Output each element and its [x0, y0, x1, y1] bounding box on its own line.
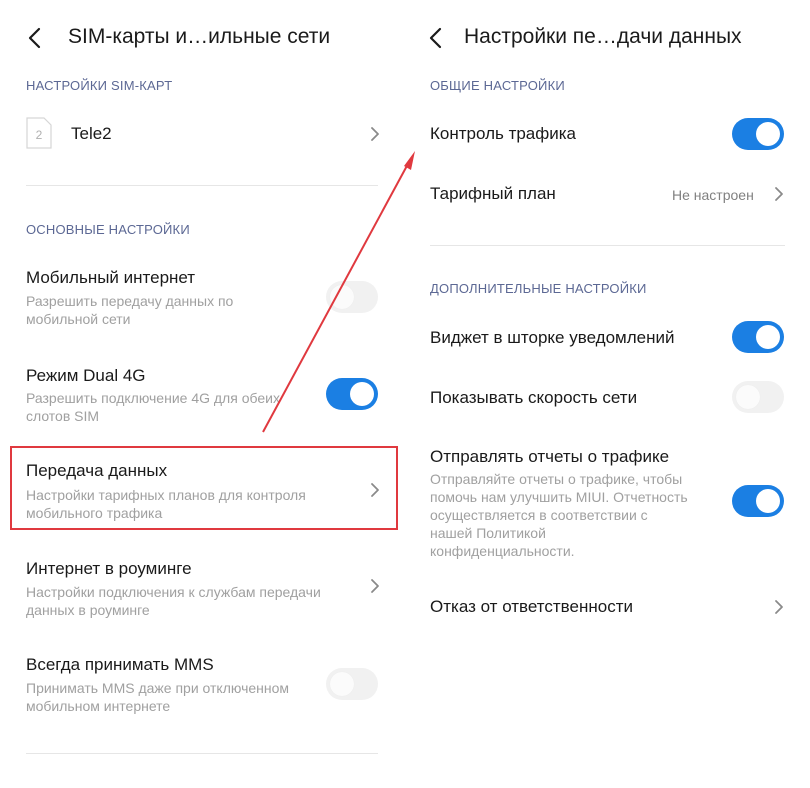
section-header-main: ОСНОВНЫЕ НАСТРОЙКИ [26, 222, 190, 237]
mms-toggle[interactable] [326, 668, 378, 700]
section-header-extra: ДОПОЛНИТЕЛЬНЫЕ НАСТРОЙКИ [430, 281, 647, 296]
item-subtitle: Разрешить подключение 4G для обеих слото… [26, 390, 280, 424]
chevron-right-icon [371, 579, 379, 593]
page-title: SIM-карты и…ильные сети [68, 25, 331, 48]
item-title: Показывать скорость сети [430, 388, 638, 407]
divider [430, 245, 785, 246]
item-title: Отказ от ответственности [430, 597, 633, 616]
widget-toggle[interactable] [732, 321, 784, 353]
network-speed-toggle[interactable] [732, 381, 784, 413]
page-title: Настройки пе…дачи данных [464, 25, 742, 48]
section-header-sim: НАСТРОЙКИ SIM-КАРТ [26, 78, 173, 93]
sim-networks-screen: SIM-карты и…ильные сети НАСТРОЙКИ SIM-КА… [0, 0, 405, 788]
dual-4g-toggle[interactable] [326, 378, 378, 410]
item-title: Всегда принимать MMS [26, 655, 214, 674]
chevron-right-icon [775, 187, 783, 201]
traffic-control-toggle[interactable] [732, 118, 784, 150]
sim-name: Tele2 [71, 124, 112, 143]
item-title: Мобильный интернет [26, 268, 196, 287]
section-header-general: ОБЩИЕ НАСТРОЙКИ [430, 78, 565, 93]
header: SIM-карты и…ильные сети [0, 22, 405, 54]
item-title: Виджет в шторке уведомлений [430, 328, 675, 347]
item-subtitle: Принимать MMS даже при отключенном мобил… [26, 680, 290, 714]
sim-number: 2 [36, 128, 43, 142]
item-title: Отправлять отчеты о трафике [430, 447, 670, 466]
mobile-internet-toggle[interactable] [326, 281, 378, 313]
highlight-box [10, 446, 398, 530]
item-title: Тарифный план [430, 184, 556, 203]
item-title: Контроль трафика [430, 124, 577, 143]
item-subtitle: Настройки подключения к службам передачи… [26, 584, 321, 618]
item-title: Интернет в роуминге [26, 559, 192, 578]
chevron-right-icon [371, 127, 379, 141]
back-arrow-icon[interactable] [425, 24, 447, 52]
tariff-plan-value: Не настроен [672, 187, 754, 203]
header: Настройки пе…дачи данных [405, 22, 810, 54]
item-subtitle: Разрешить передачу данных по мобильной с… [26, 293, 234, 327]
data-transfer-settings-screen: Настройки пе…дачи данных ОБЩИЕ НАСТРОЙКИ… [405, 0, 810, 788]
divider [26, 753, 378, 754]
item-title: Режим Dual 4G [26, 366, 146, 385]
divider [26, 185, 378, 186]
traffic-reports-toggle[interactable] [732, 485, 784, 517]
chevron-right-icon [775, 600, 783, 614]
back-arrow-icon[interactable] [24, 24, 46, 52]
sim-card-icon: 2 [26, 117, 52, 149]
item-subtitle: Отправляйте отчеты о трафике, чтобы помо… [430, 471, 688, 559]
